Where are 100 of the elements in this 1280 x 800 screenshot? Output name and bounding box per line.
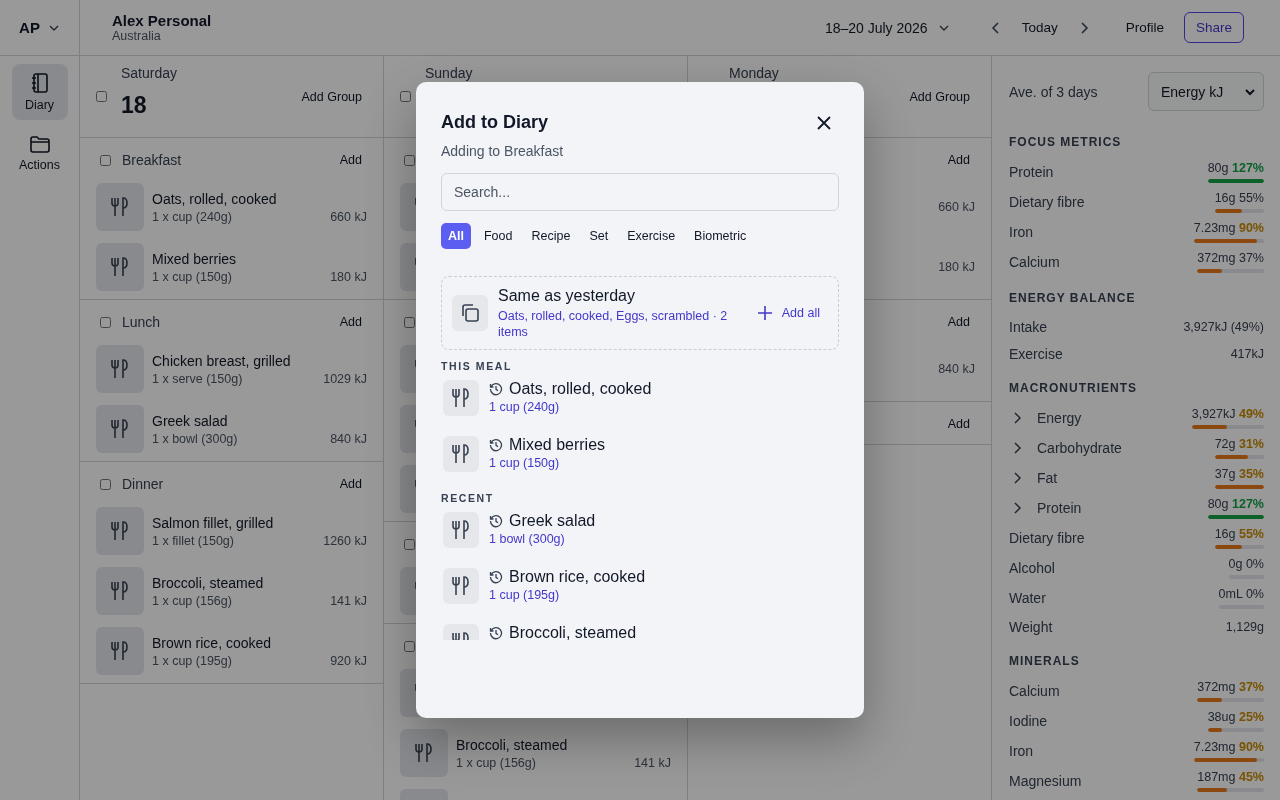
serving-text: 1 cup (240g) — [489, 400, 561, 414]
metric-value: 372mg 37% — [1197, 680, 1264, 694]
checkbox[interactable] — [400, 91, 411, 102]
nav-item[interactable]: Actions — [11, 126, 68, 182]
metric-label: Energy — [1037, 410, 1082, 426]
copy-icon — [460, 303, 480, 323]
fork-knife-icon — [111, 521, 129, 541]
metric-value: 38ug 25% — [1207, 710, 1264, 724]
food-list-item[interactable]: Greek salad 1 bowl (300g) — [441, 512, 839, 552]
date-range-picker[interactable]: 18–20 July 2026 — [818, 18, 956, 37]
fork-knife-icon — [452, 444, 470, 464]
metric-label: Intake — [1009, 318, 1048, 335]
profile-link[interactable]: Profile — [1125, 20, 1164, 35]
filter-tab[interactable]: All — [441, 223, 471, 249]
serving-text: 1 x cup (150g) — [152, 269, 232, 284]
serving-text: 1 x cup (240g) — [152, 209, 232, 224]
add-button[interactable]: Add — [339, 477, 362, 491]
meal-name: Dinner — [122, 476, 164, 492]
share-button[interactable]: Share — [1183, 12, 1244, 43]
metric-label: Dietary fibre — [1009, 530, 1085, 546]
filter-tab[interactable]: Food — [478, 223, 519, 249]
fork-knife-icon — [452, 388, 470, 408]
fork-knife-icon — [452, 576, 470, 596]
section-title: FOCUS METRICS — [1009, 135, 1123, 149]
dialog-subtitle: Adding to Breakfast — [441, 143, 565, 159]
section-title: MINERALS — [1009, 654, 1081, 668]
serving-text: 1 cup (150g) — [489, 456, 561, 470]
food-list-item[interactable]: Oats, rolled, cooked 1 cup (240g) — [441, 380, 839, 420]
add-button[interactable]: Add — [339, 153, 362, 167]
suggestion-detail: Oats, rolled, cooked, Eggs, scrambled · 2 items — [498, 307, 729, 340]
energy-text: 660 kJ — [330, 209, 367, 224]
chevron-icon — [1013, 441, 1023, 455]
checkbox[interactable] — [404, 640, 415, 652]
metric-value: 0mL 0% — [1218, 587, 1264, 601]
checkbox[interactable] — [100, 478, 111, 490]
add-button[interactable]: Add — [947, 417, 970, 431]
metric-value: 372mg 37% — [1197, 251, 1264, 265]
checkbox[interactable] — [404, 538, 415, 550]
metric-value: 37g 35% — [1214, 467, 1264, 481]
search-field[interactable]: Search... — [441, 173, 839, 211]
fork-knife-icon — [111, 641, 129, 661]
energy-text: 180 kJ — [938, 260, 975, 274]
today-link[interactable]: Today — [1021, 20, 1058, 35]
average-label: Ave. of 3 days — [1009, 83, 1098, 100]
metric-value: 0g 0% — [1228, 557, 1264, 571]
nav-item[interactable]: Diary — [11, 64, 68, 120]
filter-tab[interactable]: Recipe — [525, 223, 577, 249]
section-title: RECENT — [441, 492, 495, 504]
weekday-label: Monday — [729, 64, 779, 82]
profile-region: Australia — [112, 29, 162, 43]
metric-value: 3,927kJ 49% — [1191, 407, 1264, 421]
energy-text: 660 kJ — [938, 200, 975, 214]
food-name: Salmon fillet, grilled — [152, 514, 275, 531]
metric-label: Water — [1009, 590, 1046, 606]
metric-select[interactable]: Energy kJ — [1148, 72, 1264, 111]
metric-value: 187mg 45% — [1197, 770, 1264, 784]
add-button[interactable]: Add — [339, 315, 362, 329]
add-group-button[interactable]: Add Group — [301, 89, 362, 104]
metric-value: 80g 127% — [1207, 161, 1264, 175]
add-button[interactable]: Add — [947, 315, 970, 329]
metric-label: Alcohol — [1009, 560, 1055, 576]
filter-tab[interactable]: Exercise — [621, 223, 682, 249]
meal-name: Breakfast — [122, 152, 182, 168]
checkbox[interactable] — [100, 316, 111, 328]
previous-icon[interactable] — [989, 20, 1002, 35]
metric-label: Exercise — [1009, 345, 1063, 362]
food-list-item[interactable]: Brown rice, cooked 1 cup (195g) — [441, 568, 839, 608]
food-name: Broccoli, steamed — [456, 736, 569, 753]
fork-knife-icon — [111, 197, 129, 217]
metric-label: Weight — [1009, 618, 1053, 635]
energy-text: 1029 kJ — [323, 371, 367, 386]
serving-text: 1 bowl (300g) — [489, 532, 566, 546]
metric-label: Protein — [1037, 500, 1082, 516]
account-switcher[interactable]: AP — [19, 19, 60, 36]
energy-text: 920 kJ — [330, 653, 367, 668]
metric-label: Iodine — [1009, 713, 1048, 729]
checkbox[interactable] — [404, 154, 415, 166]
metric-label: Calcium — [1009, 254, 1060, 270]
chevron-icon — [1013, 471, 1023, 485]
serving-text: 1 x cup (156g) — [152, 593, 232, 608]
metric-label: Dietary fibre — [1009, 194, 1085, 210]
checkbox[interactable] — [404, 316, 415, 328]
serving-text: 1 x serve (150g) — [152, 371, 243, 386]
serving-text: 1 x cup (156g) — [456, 755, 536, 770]
add-all-button[interactable]: Add all — [757, 306, 828, 320]
food-name: Brown rice, cooked — [152, 634, 273, 651]
metric-value: 1,129g — [1225, 619, 1264, 634]
add-group-button[interactable]: Add Group — [909, 89, 970, 104]
checkbox[interactable] — [96, 91, 107, 102]
filter-tab[interactable]: Biometric — [688, 223, 753, 249]
food-list-item[interactable]: Mixed berries 1 cup (150g) — [441, 436, 839, 476]
meal-name: Lunch — [122, 314, 161, 330]
add-button[interactable]: Add — [947, 153, 970, 167]
weekday-label: Saturday — [121, 64, 178, 82]
metric-label: Iron — [1009, 224, 1034, 240]
filter-tab[interactable]: Set — [583, 223, 615, 249]
food-list-item[interactable]: Broccoli, steamed — [441, 624, 839, 640]
metric-label: Protein — [1009, 164, 1054, 180]
weekday-label: Sunday — [425, 64, 473, 82]
checkbox[interactable] — [100, 154, 111, 166]
